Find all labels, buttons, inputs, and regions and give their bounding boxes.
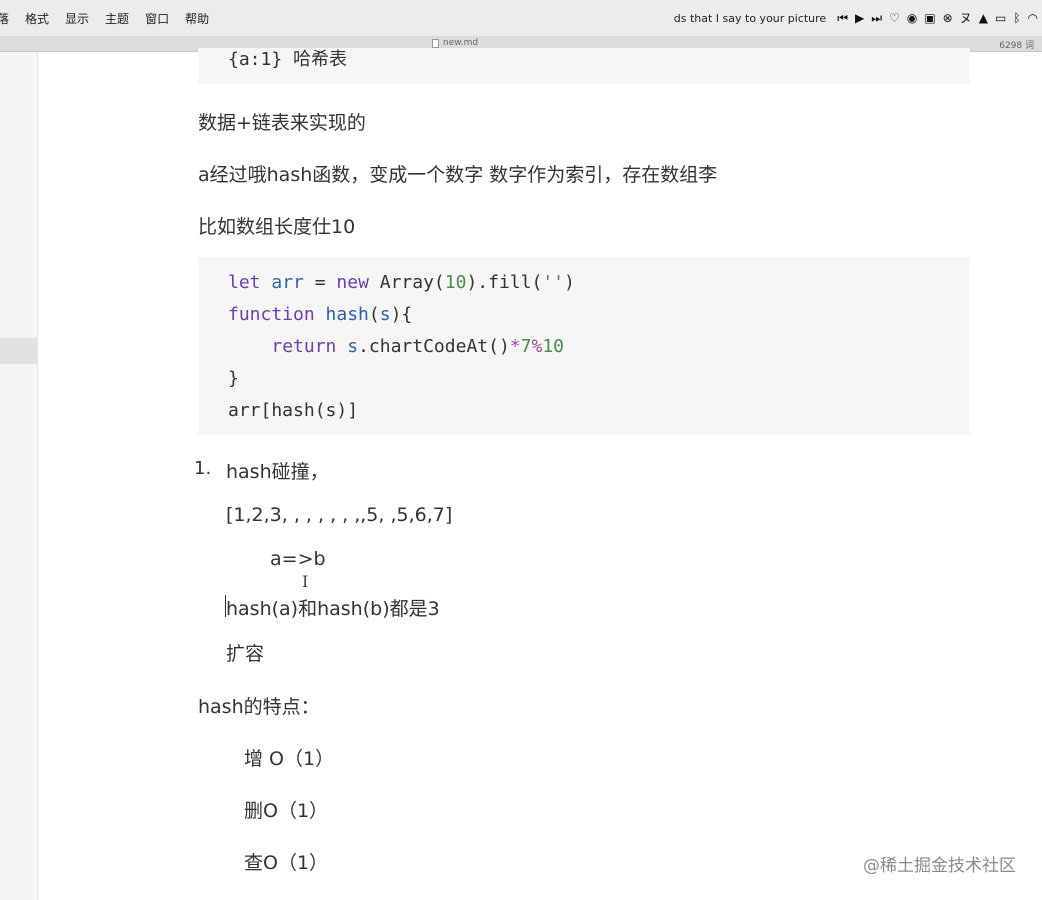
- badge-icon[interactable]: ⊗: [943, 12, 953, 24]
- clipboard-icon[interactable]: ▣: [924, 12, 935, 24]
- code-line: let arr = new Array(10).fill(''): [228, 272, 575, 293]
- editor-area[interactable]: {a:1} 哈希表 数据+链表来实现的 a经过哦hash函数，变成一个数字 数字…: [38, 48, 1042, 900]
- drive-icon[interactable]: ▲: [979, 12, 988, 24]
- paragraph: hash(a)和hash(b)都是3: [226, 598, 440, 620]
- code-line: function hash(s){: [228, 304, 413, 325]
- paragraph: hash的特点：: [198, 696, 320, 718]
- code-line: arr[hash(s)]: [228, 400, 359, 421]
- bluetooth-icon[interactable]: ᛒ: [1013, 12, 1020, 24]
- heart-icon[interactable]: ♡: [889, 12, 900, 24]
- menu-item-paragraph[interactable]: 落: [0, 10, 17, 27]
- menu-item-theme[interactable]: 主题: [97, 10, 137, 27]
- word-count[interactable]: 6298 词: [999, 38, 1034, 51]
- window-title: new.md: [432, 38, 478, 48]
- paragraph: a=>b: [270, 548, 326, 570]
- menu-bar: 落 格式 显示 主题 窗口 帮助 ds that I say to your p…: [0, 0, 1042, 36]
- paragraph: 数据+链表来实现的: [198, 112, 366, 134]
- now-playing-text[interactable]: ds that I say to your picture: [674, 12, 826, 25]
- watermark: @稀土掘金技术社区: [863, 856, 1016, 876]
- menu-item-help[interactable]: 帮助: [177, 10, 217, 27]
- wifi-icon[interactable]: ◠: [1028, 12, 1038, 24]
- code-line: return s.chartCodeAt()*7%10: [271, 336, 565, 357]
- previous-track-icon[interactable]: ⏮: [837, 12, 848, 24]
- play-icon[interactable]: ▶: [855, 12, 864, 24]
- sidebar-selected-item[interactable]: [0, 338, 38, 364]
- airplay-icon[interactable]: ▭: [995, 12, 1006, 24]
- input-method-icon[interactable]: ヌ: [960, 12, 972, 24]
- list-item: hash碰撞，: [226, 461, 329, 483]
- paragraph: 比如数组长度仕10: [198, 216, 356, 238]
- paragraph: a经过哦hash函数，变成一个数字 数字作为索引，存在数组李: [198, 164, 718, 186]
- mouse-ibeam-icon: I: [302, 572, 309, 591]
- filename: new.md: [443, 38, 479, 48]
- paragraph: [1,2,3, , , , , , ,,5, ,5,6,7]: [226, 504, 453, 526]
- code-block-hash[interactable]: let arr = new Array(10).fill('') functio…: [198, 257, 970, 435]
- paragraph: 增 O（1）: [244, 748, 335, 770]
- menu-item-format[interactable]: 格式: [17, 10, 57, 27]
- paragraph: 查O（1）: [244, 852, 329, 874]
- code-line: {a:1} 哈希表: [228, 49, 348, 70]
- menu-item-window[interactable]: 窗口: [137, 10, 177, 27]
- paragraph: 扩容: [226, 643, 265, 665]
- code-line: }: [228, 368, 239, 389]
- menu-items: 落 格式 显示 主题 窗口 帮助: [0, 10, 217, 27]
- list-number: 1.: [194, 458, 212, 479]
- next-track-icon[interactable]: ⏭: [871, 12, 882, 24]
- sidebar: [0, 52, 38, 900]
- code-block-top[interactable]: {a:1} 哈希表: [198, 48, 970, 84]
- record-icon[interactable]: ◉: [907, 12, 917, 24]
- menu-item-view[interactable]: 显示: [57, 10, 97, 27]
- status-area: ds that I say to your picture ⏮ ▶ ⏭ ♡ ◉ …: [674, 0, 1038, 36]
- paragraph: 删O（1）: [244, 800, 329, 822]
- document-icon: [432, 38, 439, 48]
